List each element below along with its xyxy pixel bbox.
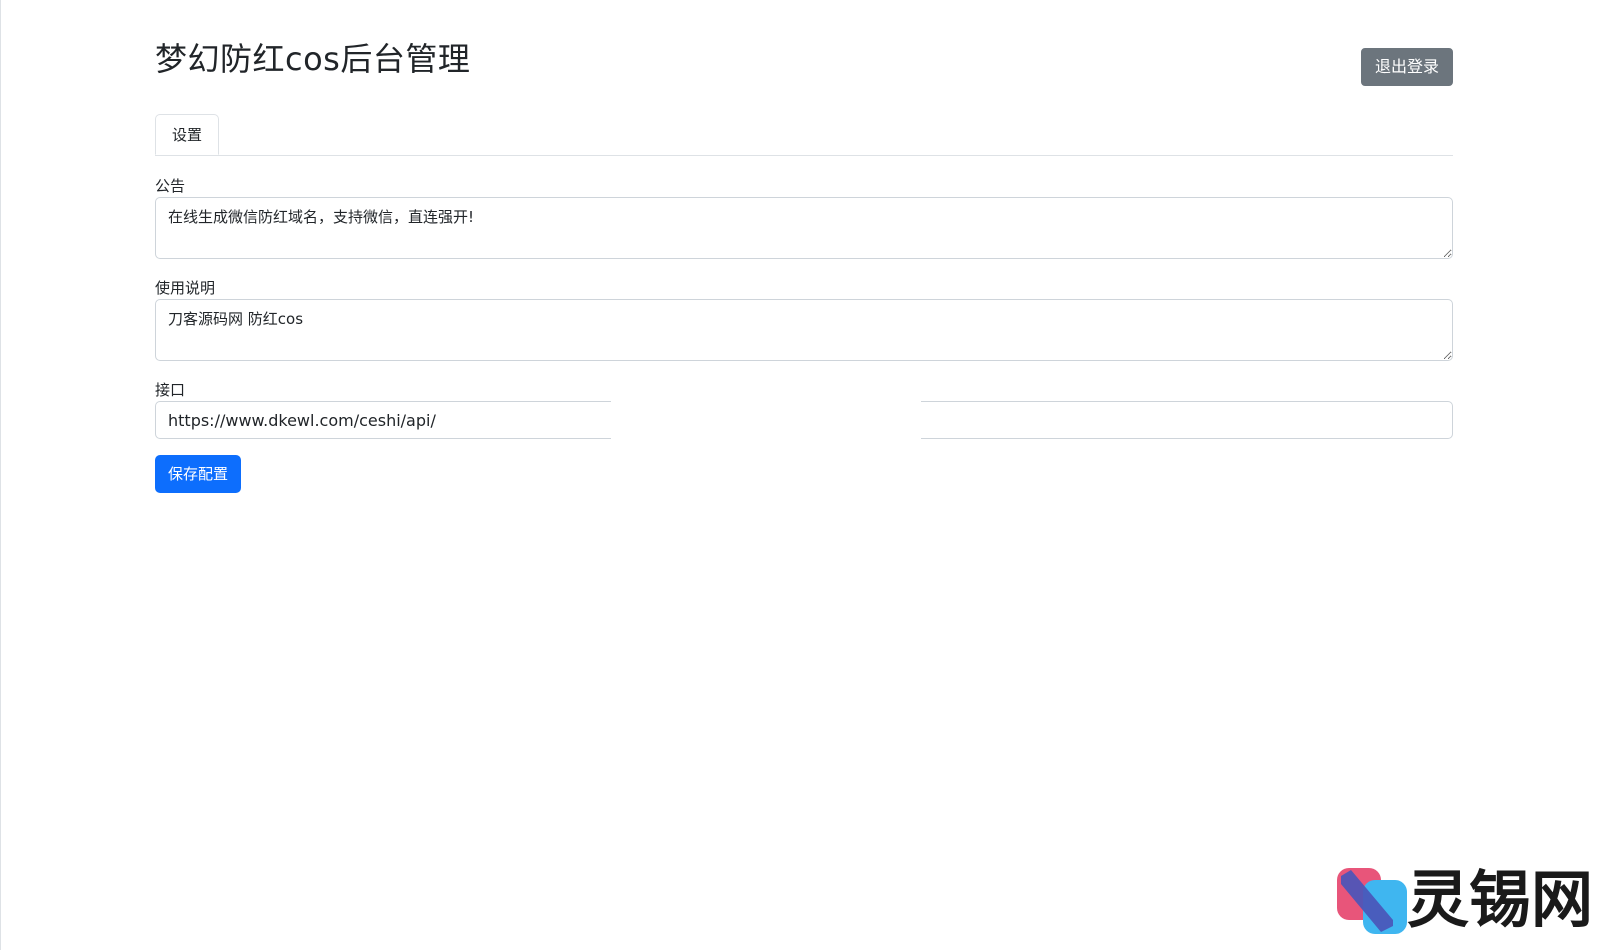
notice-group: 公告 在线生成微信防红域名，支持微信，直连强开! [155, 177, 1453, 259]
tab-settings[interactable]: 设置 [155, 114, 220, 155]
watermark-text: 灵锡网 [1407, 863, 1594, 936]
instructions-textarea[interactable]: 刀客源码网 防红cos [155, 299, 1453, 361]
window-left-edge [0, 0, 1, 950]
page-title: 梦幻防红cos后台管理 [155, 40, 471, 78]
notice-textarea[interactable]: 在线生成微信防红域名，支持微信，直连强开! [155, 197, 1453, 259]
watermark-logo-icon [1337, 868, 1407, 934]
page-header: 梦幻防红cos后台管理 退出登录 [155, 0, 1453, 110]
instructions-label: 使用说明 [155, 279, 216, 297]
main-container: 梦幻防红cos后台管理 退出登录 设置 公告 在线生成微信防红域名，支持微信，直… [155, 0, 1453, 493]
api-input-wrap [155, 399, 1453, 441]
tab-bar: 设置 [155, 114, 1453, 156]
redaction-overlay [611, 399, 921, 441]
logout-button[interactable]: 退出登录 [1360, 48, 1453, 86]
notice-label: 公告 [155, 177, 186, 195]
api-group: 接口 [155, 381, 1453, 441]
instructions-group: 使用说明 刀客源码网 防红cos [155, 279, 1453, 361]
watermark: 灵锡网 [1337, 862, 1599, 938]
api-label: 接口 [155, 381, 186, 399]
save-config-button[interactable]: 保存配置 [155, 455, 242, 493]
